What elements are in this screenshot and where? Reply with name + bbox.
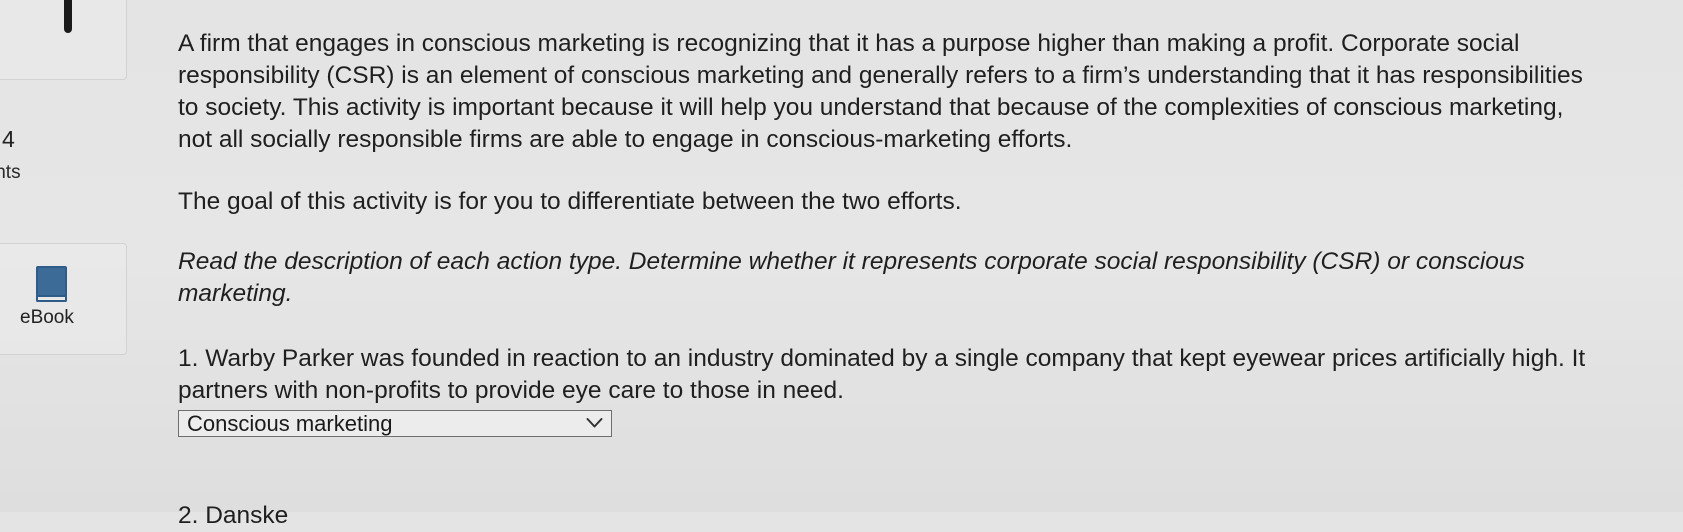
scrollbar-thumb[interactable] bbox=[64, 0, 72, 33]
top-rail-card bbox=[0, 0, 127, 80]
question-content: A firm that engages in conscious marketi… bbox=[178, 28, 1608, 437]
points-value: 4 bbox=[2, 126, 15, 152]
dropdown-selected-value: Conscious marketing bbox=[187, 411, 393, 436]
left-rail: 4 ints eBook bbox=[0, 0, 130, 512]
instructions-paragraph: Read the description of each action type… bbox=[178, 248, 1525, 307]
ebook-label: eBook bbox=[20, 307, 74, 328]
chevron-down-icon bbox=[586, 418, 603, 428]
question-1-text: 1. Warby Parker was founded in reaction … bbox=[178, 345, 1586, 404]
intro-paragraph: A firm that engages in conscious marketi… bbox=[178, 30, 1583, 153]
points-label: ints bbox=[0, 162, 21, 183]
question-2-text: 2. Danske bbox=[178, 502, 289, 529]
book-icon bbox=[36, 266, 67, 302]
goal-paragraph: The goal of this activity is for you to … bbox=[178, 188, 962, 215]
question-1-answer-select[interactable]: Conscious marketing bbox=[178, 410, 612, 437]
